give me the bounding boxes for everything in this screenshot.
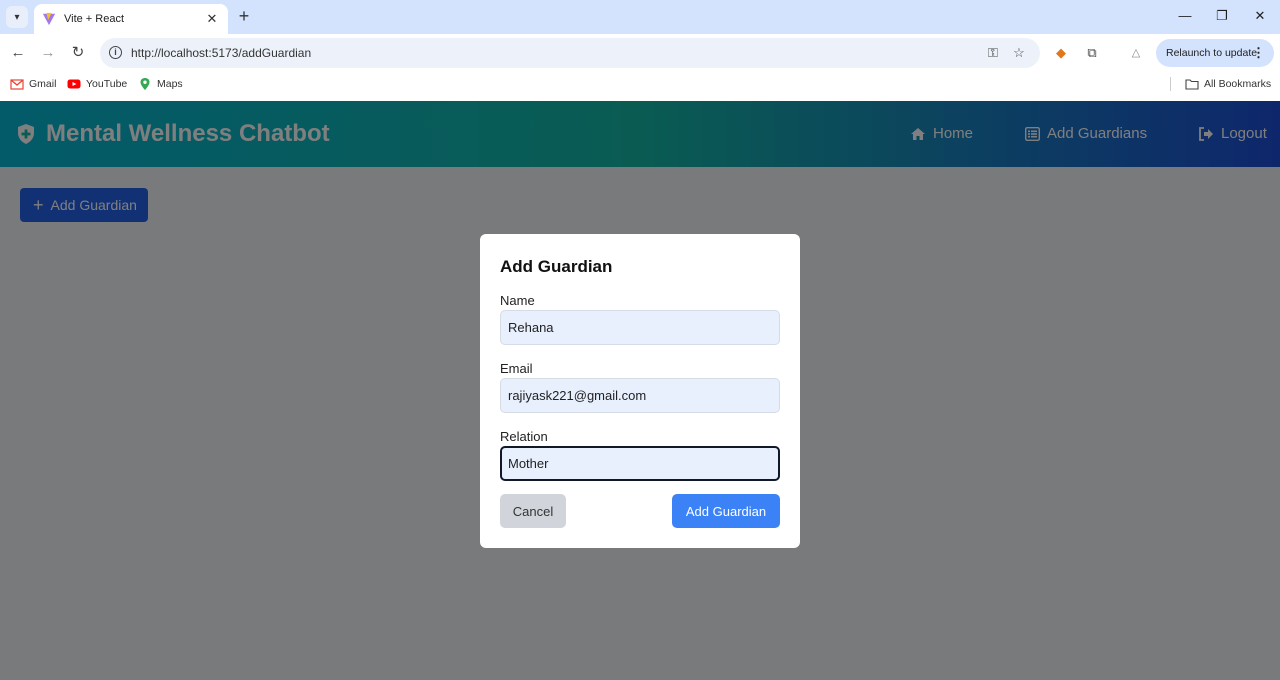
url-text[interactable]: http://localhost:5173/addGuardian bbox=[131, 46, 311, 60]
bookmarks-divider bbox=[1170, 77, 1171, 91]
modal-title: Add Guardian bbox=[500, 257, 613, 276]
youtube-icon bbox=[67, 79, 81, 89]
submit-add-guardian-button[interactable]: Add Guardian bbox=[672, 494, 780, 528]
gmail-icon bbox=[10, 79, 24, 90]
browser-tab[interactable]: Vite + React ✕ bbox=[34, 4, 228, 34]
all-bookmarks[interactable]: All Bookmarks bbox=[1185, 76, 1271, 92]
maps-icon bbox=[140, 78, 150, 90]
extensions-icon[interactable]: ⧉ bbox=[1084, 45, 1100, 61]
tab-search-button[interactable]: ▾ bbox=[6, 6, 28, 28]
password-key-icon[interactable]: ⚿ bbox=[985, 45, 1001, 61]
site-info-icon[interactable]: i bbox=[109, 46, 122, 59]
reload-icon[interactable]: ↻ bbox=[68, 43, 88, 63]
email-field[interactable]: rajiyask221@gmail.com bbox=[500, 378, 780, 413]
bookmark-star-icon[interactable]: ☆ bbox=[1011, 45, 1027, 61]
drive-icon[interactable]: △ bbox=[1128, 45, 1144, 61]
email-label: Email bbox=[500, 361, 533, 376]
relation-label: Relation bbox=[500, 429, 548, 444]
bookmark-youtube[interactable]: YouTube bbox=[67, 76, 127, 92]
relation-field[interactable]: Mother bbox=[500, 446, 780, 481]
back-icon[interactable]: ← bbox=[8, 43, 28, 63]
add-guardian-modal: Add Guardian Name Rehana Email rajiyask2… bbox=[480, 234, 800, 548]
close-window-icon[interactable]: ✕ bbox=[1248, 6, 1272, 26]
browser-tab-bar: ▾ Vite + React ✕ + — ❐ ✕ bbox=[0, 0, 1280, 34]
metamask-icon[interactable]: ◆ bbox=[1053, 45, 1069, 61]
minimize-icon[interactable]: — bbox=[1173, 6, 1197, 26]
cancel-button[interactable]: Cancel bbox=[500, 494, 566, 528]
relaunch-button[interactable]: Relaunch to update ⋮ bbox=[1156, 39, 1274, 67]
relaunch-label: Relaunch to update bbox=[1166, 47, 1258, 59]
new-tab-icon[interactable]: + bbox=[235, 7, 253, 27]
browser-toolbar: ← → ↻ i http://localhost:5173/addGuardia… bbox=[0, 34, 1280, 72]
name-field[interactable]: Rehana bbox=[500, 310, 780, 345]
restore-icon[interactable]: ❐ bbox=[1210, 6, 1234, 26]
name-label: Name bbox=[500, 293, 535, 308]
bookmark-gmail[interactable]: Gmail bbox=[10, 76, 56, 92]
forward-icon[interactable]: → bbox=[38, 43, 58, 63]
vite-icon bbox=[42, 12, 56, 26]
menu-dots-icon[interactable]: ⋮ bbox=[1252, 45, 1265, 61]
tab-close-icon[interactable]: ✕ bbox=[204, 11, 220, 27]
address-bar[interactable]: i http://localhost:5173/addGuardian ⚿ ☆ bbox=[100, 38, 1040, 68]
folder-icon bbox=[1185, 79, 1199, 90]
bookmarks-bar: Gmail YouTube Maps All Bookmarks bbox=[0, 72, 1280, 96]
bookmark-maps[interactable]: Maps bbox=[138, 76, 183, 92]
tab-title: Vite + React bbox=[64, 13, 125, 25]
